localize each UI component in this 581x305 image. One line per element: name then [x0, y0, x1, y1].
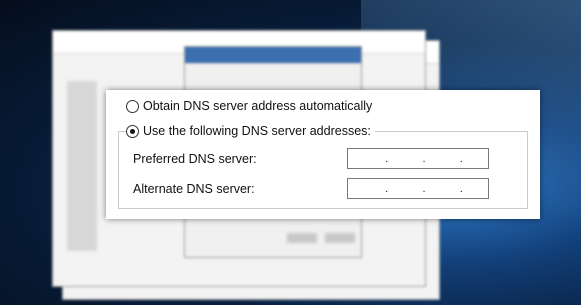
cancel-button — [325, 233, 355, 243]
obtain-dns-auto-radio[interactable] — [126, 99, 139, 113]
dns-settings-zoom-panel: Obtain DNS server address automatically … — [106, 90, 540, 219]
use-following-dns-option[interactable]: Use the following DNS server addresses: — [126, 124, 375, 138]
dialog-titlebar — [185, 47, 361, 64]
preferred-dns-label: Preferred DNS server: — [133, 152, 257, 166]
ip-dot: . — [459, 152, 463, 165]
alternate-dns-label: Alternate DNS server: — [133, 182, 255, 196]
window-sidebar — [67, 81, 97, 251]
obtain-dns-auto-option[interactable]: Obtain DNS server address automatically — [126, 99, 372, 113]
ip-dot: . — [385, 152, 389, 165]
dns-server-group: Preferred DNS server: . . . Alternate DN… — [118, 131, 528, 209]
preferred-dns-input[interactable]: . . . — [347, 148, 489, 169]
use-following-dns-label: Use the following DNS server addresses: — [143, 124, 371, 138]
ok-button — [287, 233, 317, 243]
alternate-dns-input[interactable]: . . . — [347, 178, 489, 199]
ip-dot: . — [459, 182, 463, 195]
obtain-dns-auto-label: Obtain DNS server address automatically — [143, 99, 373, 113]
ip-dot: . — [422, 182, 426, 195]
ip-dot: . — [422, 152, 426, 165]
ip-dot: . — [385, 182, 389, 195]
use-following-dns-radio[interactable] — [126, 124, 139, 138]
